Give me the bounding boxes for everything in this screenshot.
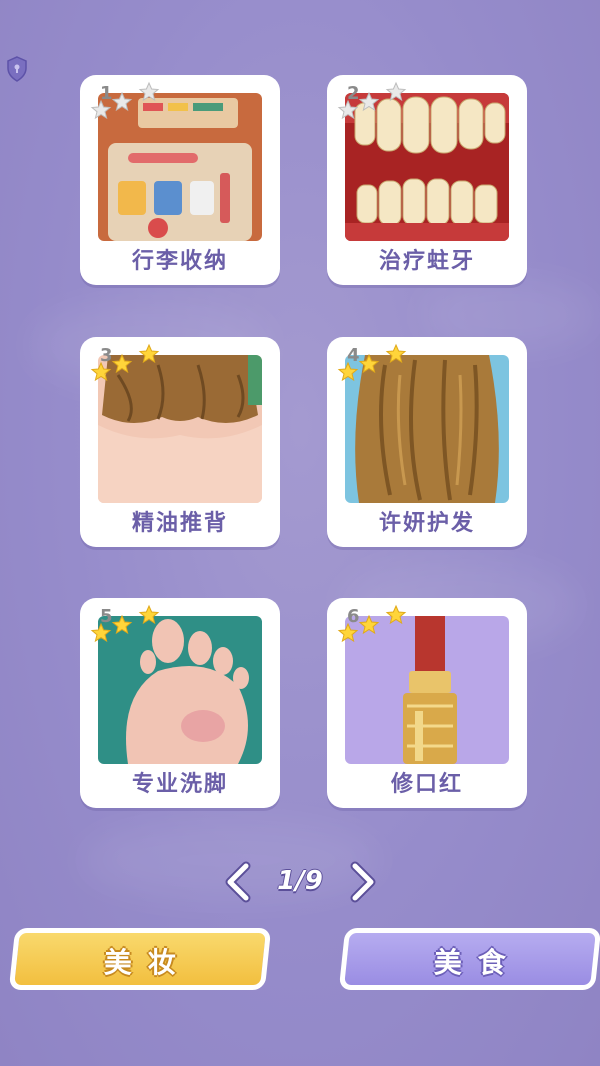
star-icon [337, 604, 407, 643]
level-card-3[interactable]: 3 精油推背 [80, 337, 280, 547]
star-rating [90, 81, 160, 120]
pagination: 1/9 [0, 860, 600, 904]
level-card-6[interactable]: 6 修口红 [327, 598, 527, 808]
star-rating [90, 604, 160, 643]
level-title: 行李收纳 [131, 249, 228, 274]
star-icon [90, 81, 160, 120]
shield-icon[interactable] [5, 55, 29, 83]
makeup-category-button[interactable]: 美妆 [8, 928, 272, 990]
star-rating [337, 81, 407, 120]
level-title: 治疗蛀牙 [378, 249, 475, 274]
level-title: 许妍护发 [378, 511, 475, 536]
page-indicator: 1/9 [277, 866, 323, 896]
food-category-button[interactable]: 美食 [338, 928, 600, 990]
chevron-right-icon [350, 861, 376, 903]
star-rating [337, 604, 407, 643]
food-button-label: 美食 [433, 946, 522, 979]
level-title: 修口红 [390, 772, 463, 797]
star-icon [90, 343, 160, 382]
level-card-4[interactable]: 4 许妍护发 [327, 337, 527, 547]
level-card-1[interactable]: 1 行李收纳 [80, 75, 280, 285]
next-page-button[interactable] [345, 860, 381, 904]
level-card-2[interactable]: 2 治疗蛀牙 [327, 75, 527, 285]
star-icon [337, 81, 407, 120]
star-icon [337, 343, 407, 382]
star-rating [90, 343, 160, 382]
star-rating [337, 343, 407, 382]
makeup-button-label: 美妆 [103, 946, 192, 979]
star-icon [90, 604, 160, 643]
level-card-5[interactable]: 5 专业洗脚 [80, 598, 280, 808]
level-title: 精油推背 [131, 511, 228, 536]
level-title: 专业洗脚 [131, 772, 228, 797]
